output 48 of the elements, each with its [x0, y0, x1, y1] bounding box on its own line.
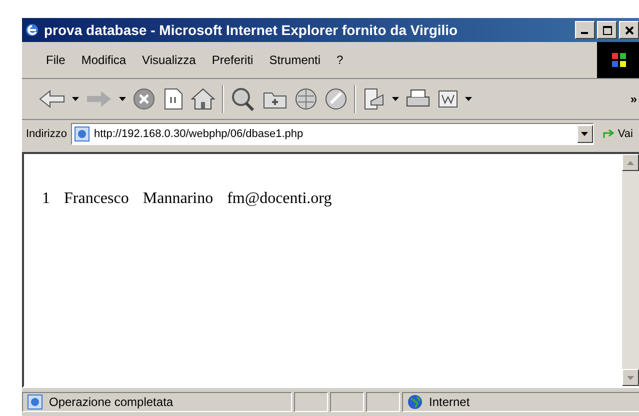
status-panel — [330, 392, 364, 412]
dropdown-arrow-icon[interactable] — [72, 97, 79, 101]
maximize-button[interactable] — [597, 21, 617, 39]
status-message: Operazione completata — [49, 395, 174, 409]
address-field[interactable]: http://192.168.0.30/webphp/06/dbase1.php — [70, 123, 594, 145]
dropdown-arrow-icon[interactable] — [465, 97, 472, 101]
menu-item[interactable]: ? — [336, 53, 344, 67]
close-icon — [624, 26, 634, 34]
maximize-icon — [602, 26, 612, 34]
menu-item[interactable]: Strumenti — [269, 53, 321, 67]
browser-icon — [24, 22, 40, 38]
close-button[interactable] — [619, 21, 639, 39]
chevron-button[interactable]: » — [630, 92, 637, 106]
go-button[interactable]: Vai — [598, 128, 637, 140]
dropdown-arrow-icon — [581, 132, 588, 136]
text-cell: Francesco — [64, 190, 129, 208]
text-cell: 1 — [42, 190, 50, 208]
down-arrow-icon — [627, 376, 634, 380]
go-arrow-icon — [602, 128, 616, 140]
dropdown-button[interactable] — [576, 125, 593, 143]
zone-label: Internet — [429, 395, 470, 409]
menu-item[interactable]: Preferiti — [212, 53, 254, 67]
status-panel — [294, 392, 328, 412]
globe-icon — [407, 394, 423, 410]
menu-item[interactable]: Visualizza — [142, 53, 196, 67]
home-icon[interactable] — [190, 87, 216, 111]
address-label: Indirizzo — [26, 128, 67, 140]
scrollbar[interactable] — [622, 154, 639, 386]
flag-icon — [610, 51, 628, 69]
search-icon[interactable] — [230, 87, 256, 111]
up-arrow-icon — [627, 160, 634, 164]
window-title: prova database - Microsoft Internet Explorer fornito da Virgilio — [44, 22, 459, 38]
text-cell: fm@docenti.org — [227, 190, 332, 208]
stop-icon[interactable] — [132, 87, 156, 111]
document-icon[interactable] — [437, 89, 459, 109]
menu-item[interactable]: File — [46, 53, 66, 67]
back-arrow-icon[interactable] — [38, 88, 66, 110]
dropdown-arrow-icon[interactable] — [392, 97, 399, 101]
scroll-up-button[interactable] — [622, 154, 639, 171]
text-cell: Mannarino — [142, 190, 214, 208]
page-icon — [74, 126, 90, 142]
page-icon — [27, 394, 43, 410]
globe-icon[interactable] — [294, 87, 318, 111]
status-panel — [366, 392, 400, 412]
scroll-down-button[interactable] — [622, 369, 639, 386]
dropdown-arrow-icon[interactable] — [119, 97, 126, 101]
menu-item[interactable]: Modifica — [81, 53, 126, 67]
minimize-button[interactable] — [575, 21, 595, 39]
